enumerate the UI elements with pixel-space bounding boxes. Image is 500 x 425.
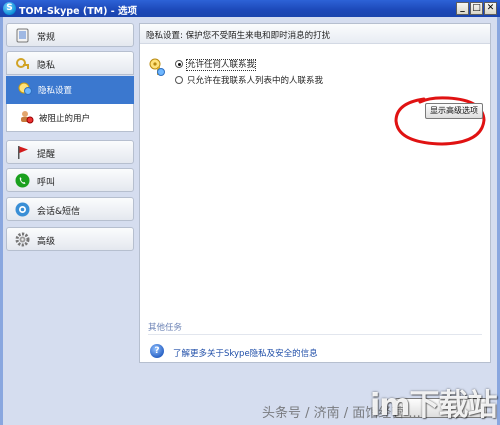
privacy-settings-icon <box>18 82 32 95</box>
radio-contacts-only[interactable]: 只允许在我联系人列表中的人联系我 <box>175 74 323 86</box>
sidebar-item-general[interactable]: 常规 <box>6 23 134 47</box>
flag-icon <box>18 146 28 159</box>
sidebar-item-label: 提醒 <box>37 150 56 160</box>
sidebar-item-privacy-settings[interactable]: 隐私设置 <box>6 76 134 104</box>
sidebar-item-label: 高级 <box>37 237 56 247</box>
phone-icon <box>15 173 30 188</box>
sidebar-item-blocked-users[interactable]: 被阻止的用户 <box>6 104 134 132</box>
sidebar-item-notifications[interactable]: 提醒 <box>6 140 134 164</box>
minimize-button[interactable]: _ <box>456 2 469 15</box>
gear-icon <box>15 232 30 247</box>
sidebar-item-label: 隐私 <box>37 61 56 71</box>
blocked-users-icon <box>21 111 34 124</box>
sidebar-item-privacy[interactable]: 隐私 <box>6 51 134 75</box>
sidebar-item-label: 被阻止的用户 <box>39 114 91 124</box>
privacy-info-link[interactable]: 了解更多关于Skype隐私及安全的信息 <box>173 347 318 359</box>
chat-icon <box>15 202 30 217</box>
watermark-brand: im下载站 <box>370 388 498 423</box>
window-title: TOM-Skype (TM) - 选项 <box>19 6 138 17</box>
panel-title: 隐私设置: 保护您不受陌生来电和即时消息的打扰 <box>146 31 331 41</box>
red-circle-annotation <box>394 96 486 146</box>
radio-label: 只允许在我联系人列表中的人联系我 <box>187 76 324 86</box>
lock-icon <box>16 58 29 69</box>
sidebar-item-label: 呼叫 <box>37 178 56 188</box>
radio-button[interactable] <box>175 60 183 68</box>
maximize-button[interactable]: □ <box>470 2 483 15</box>
skype-icon <box>16 28 29 43</box>
help-icon: ? <box>150 344 164 358</box>
sidebar-item-label: 会话&短信 <box>37 207 81 217</box>
sidebar-item-advanced[interactable]: 高级 <box>6 227 134 251</box>
privacy-settings-panel: 隐私设置: 保护您不受陌生来电和即时消息的打扰 允许任何人联系我 只允许在我联系… <box>139 23 491 363</box>
other-tasks-heading: 其他任务 <box>148 323 183 333</box>
title-bar: S TOM-Skype (TM) - 选项 _ □ ✕ <box>0 0 500 17</box>
show-advanced-options-button[interactable]: 显示高级选项 <box>425 103 483 119</box>
divider <box>148 334 482 335</box>
radio-allow-anyone[interactable]: 允许任何人联系我 <box>175 58 257 71</box>
skype-logo-icon: S <box>3 2 16 15</box>
panel-header: 隐私设置: 保护您不受陌生来电和即时消息的打扰 <box>140 24 490 44</box>
sidebar-item-chat-sms[interactable]: 会话&短信 <box>6 197 134 221</box>
close-button[interactable]: ✕ <box>484 2 497 15</box>
privacy-key-icon <box>149 58 165 76</box>
sidebar-item-label: 隐私设置 <box>38 86 73 96</box>
sidebar-item-calls[interactable]: 呼叫 <box>6 168 134 192</box>
sidebar-item-label: 常规 <box>37 33 56 43</box>
radio-button[interactable] <box>175 76 183 84</box>
radio-label: 允许任何人联系我 <box>185 59 257 71</box>
